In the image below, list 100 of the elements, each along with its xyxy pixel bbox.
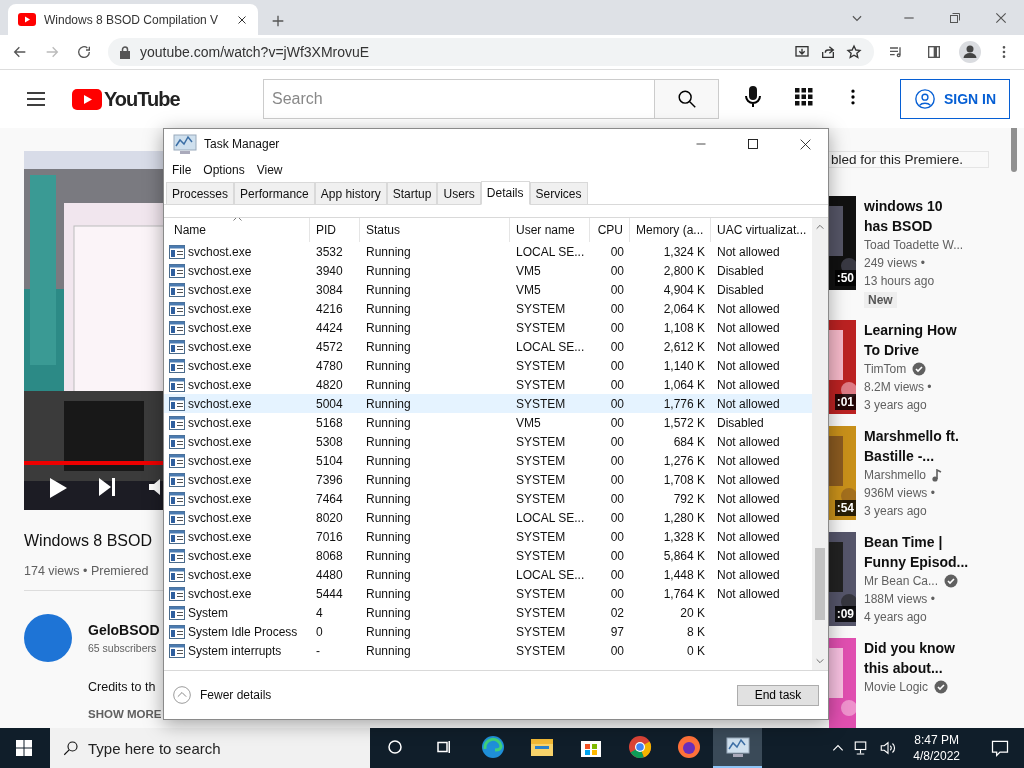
table-cell-text: 3084 bbox=[315, 281, 344, 299]
table-row[interactable]: svchost.exe 5104 Running SYSTEM 00 1,276 K Not allowed bbox=[164, 451, 812, 470]
star-icon[interactable] bbox=[846, 44, 862, 60]
scrollbar-thumb[interactable] bbox=[815, 548, 825, 620]
recommendation-title[interactable]: windows 10 has BSOD bbox=[864, 196, 964, 236]
table-cell-text: Not allowed bbox=[716, 452, 781, 470]
back-arrow-icon[interactable] bbox=[12, 44, 28, 60]
task-manager-icon[interactable] bbox=[724, 736, 751, 758]
table-row[interactable]: svchost.exe 4820 Running SYSTEM 00 1,064 K Not allowed bbox=[164, 375, 812, 394]
recommendation-title[interactable]: Marshmello ft. Bastille -... bbox=[864, 426, 959, 466]
volume-icon[interactable] bbox=[148, 477, 161, 497]
chrome-browser-icon[interactable] bbox=[627, 735, 652, 759]
browser-tab[interactable]: Windows 8 BSOD Compilation V bbox=[8, 4, 258, 35]
menu-item[interactable]: View bbox=[250, 163, 289, 177]
side-panel-icon[interactable] bbox=[926, 44, 942, 60]
recommendation-title[interactable]: Bean Time | Funny Episod... bbox=[864, 532, 969, 572]
apps-grid-icon[interactable] bbox=[795, 88, 813, 106]
table-row[interactable]: svchost.exe 8068 Running SYSTEM 00 5,864 K Not allowed bbox=[164, 546, 812, 565]
table-row[interactable]: svchost.exe 3940 Running VM5 00 2,800 K Disabled bbox=[164, 261, 812, 280]
recommendation-title[interactable]: Did you know this about... bbox=[864, 638, 955, 678]
table-scrollbar[interactable] bbox=[812, 218, 828, 670]
column-header[interactable]: User name bbox=[510, 218, 590, 242]
task-manager-window[interactable] bbox=[163, 128, 829, 720]
column-header[interactable]: Status bbox=[360, 218, 510, 242]
table-row[interactable]: svchost.exe 5444 Running SYSTEM 00 1,764 K Not allowed bbox=[164, 584, 812, 603]
end-task-button[interactable]: End task bbox=[737, 684, 819, 706]
tab[interactable]: Performance bbox=[234, 182, 315, 204]
youtube-logo[interactable]: YouTube bbox=[72, 87, 192, 111]
tab[interactable]: Services bbox=[529, 182, 588, 204]
column-header[interactable]: PID bbox=[310, 218, 360, 242]
table-row[interactable]: svchost.exe 7396 Running SYSTEM 00 1,708 K Not allowed bbox=[164, 470, 812, 489]
install-icon[interactable] bbox=[794, 44, 810, 60]
channel-name[interactable]: TimTom bbox=[864, 360, 907, 378]
table-row[interactable]: svchost.exe 5308 Running SYSTEM 00 684 K Not allowed bbox=[164, 432, 812, 451]
close-icon[interactable] bbox=[994, 10, 1008, 25]
table-row[interactable]: System 4 Running SYSTEM 02 20 K bbox=[164, 603, 812, 622]
tab[interactable]: Processes bbox=[166, 182, 235, 204]
table-row[interactable]: svchost.exe 7464 Running SYSTEM 00 792 K Not allowed bbox=[164, 489, 812, 508]
tab[interactable]: Details bbox=[480, 181, 530, 205]
cortana-circle-icon[interactable] bbox=[385, 738, 404, 756]
process-icon bbox=[169, 567, 185, 582]
column-header[interactable]: Name bbox=[168, 218, 310, 242]
column-header[interactable]: Memory (a... bbox=[630, 218, 711, 242]
table-cell-text: SYSTEM bbox=[515, 547, 567, 565]
table-row[interactable]: svchost.exe 4216 Running SYSTEM 00 2,064 K Not allowed bbox=[164, 299, 812, 318]
table-row[interactable]: svchost.exe 5168 Running VM5 00 1,572 K Disabled bbox=[164, 413, 812, 432]
channel-name[interactable]: Marshmello bbox=[864, 466, 926, 484]
close-icon[interactable] bbox=[236, 13, 248, 26]
taskbar-search-field[interactable]: Type here to search bbox=[50, 728, 370, 768]
menu-item[interactable]: Options bbox=[197, 163, 251, 177]
close-icon[interactable] bbox=[798, 137, 812, 151]
table-cell-text: 00 bbox=[609, 642, 625, 660]
media-queue-icon[interactable] bbox=[888, 44, 904, 60]
firefox-browser-icon[interactable] bbox=[676, 735, 701, 759]
new-tab-plus-icon[interactable] bbox=[270, 13, 286, 29]
table-row[interactable]: System interrupts - Running SYSTEM 00 0 K bbox=[164, 641, 812, 660]
channel-name[interactable]: Mr Bean Ca... bbox=[864, 572, 939, 590]
table-row[interactable]: svchost.exe 3084 Running VM5 00 4,904 K Disabled bbox=[164, 280, 812, 299]
tab[interactable]: Startup bbox=[386, 182, 438, 204]
next-icon[interactable] bbox=[98, 477, 116, 497]
menu-item[interactable]: File bbox=[166, 163, 198, 177]
table-cell-text: Running bbox=[365, 528, 412, 546]
reload-icon[interactable] bbox=[76, 44, 92, 60]
table-row[interactable]: System Idle Process 0 Running SYSTEM 97 8 K bbox=[164, 622, 812, 641]
table-row[interactable]: svchost.exe 4780 Running SYSTEM 00 1,140 K Not allowed bbox=[164, 356, 812, 375]
taskbar-clock[interactable]: 8:47 PM 4/8/2022 bbox=[913, 732, 960, 764]
edge-browser-icon[interactable] bbox=[480, 735, 505, 759]
column-header[interactable]: CPU bbox=[590, 218, 630, 242]
table-row[interactable]: svchost.exe 8020 Running LOCAL SE... 00 1,280 K Not allowed bbox=[164, 508, 812, 527]
table-cell-text: SYSTEM bbox=[515, 471, 567, 489]
restore-icon[interactable] bbox=[949, 11, 961, 24]
tab[interactable]: App history bbox=[314, 182, 387, 204]
address-bar[interactable]: youtube.com/watch?v=jWf3XMrovuE bbox=[108, 38, 874, 66]
notification-icon[interactable] bbox=[990, 738, 1010, 758]
play-icon[interactable] bbox=[48, 477, 68, 499]
profile-avatar-icon[interactable] bbox=[959, 41, 981, 63]
fewer-details-link[interactable]: Fewer details bbox=[200, 688, 272, 702]
channel-name[interactable]: Toad Toadette W... bbox=[864, 236, 964, 254]
search-button[interactable] bbox=[655, 79, 719, 119]
show-more-link[interactable]: SHOW MORE bbox=[88, 708, 162, 720]
table-row[interactable]: svchost.exe 4424 Running SYSTEM 00 1,108 K Not allowed bbox=[164, 318, 812, 337]
task-manager-icon[interactable] bbox=[172, 133, 198, 155]
search-field[interactable]: Search bbox=[263, 79, 655, 119]
recommendation-title[interactable]: Learning How To Drive bbox=[864, 320, 957, 360]
volume-icon[interactable] bbox=[879, 739, 898, 757]
share-icon[interactable] bbox=[820, 44, 836, 60]
table-row[interactable]: svchost.exe 4480 Running LOCAL SE... 00 1,448 K Not allowed bbox=[164, 565, 812, 584]
tab[interactable]: Users bbox=[437, 182, 481, 204]
sign-in-button[interactable]: SIGN IN bbox=[900, 79, 1010, 119]
channel-name[interactable]: GeloBSOD bbox=[88, 622, 160, 638]
table-row[interactable]: svchost.exe 3532 Running LOCAL SE... 00 1,324 K Not allowed bbox=[164, 242, 812, 261]
maximize-icon[interactable] bbox=[747, 138, 759, 150]
table-row[interactable]: svchost.exe 5004 Running SYSTEM 00 1,776 K Not allowed bbox=[164, 394, 812, 413]
channel-name[interactable]: Movie Logic bbox=[864, 678, 929, 696]
table-cell-text: SYSTEM bbox=[515, 490, 567, 508]
channel-avatar[interactable] bbox=[24, 614, 72, 662]
folder-icon[interactable] bbox=[529, 737, 554, 757]
table-row[interactable]: svchost.exe 4572 Running LOCAL SE... 00 2,612 K Not allowed bbox=[164, 337, 812, 356]
table-row[interactable]: svchost.exe 7016 Running SYSTEM 00 1,328 K Not allowed bbox=[164, 527, 812, 546]
table-cell-text: Running bbox=[365, 452, 412, 470]
